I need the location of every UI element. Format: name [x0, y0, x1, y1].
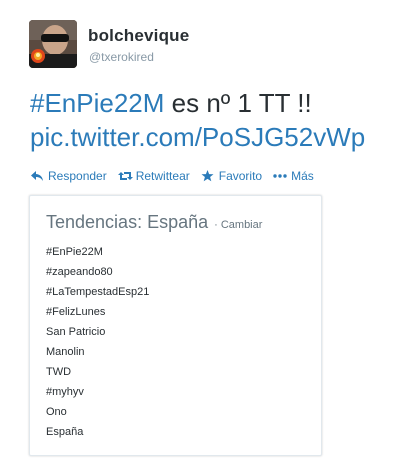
trends-header: Tendencias: España · Cambiar [46, 212, 262, 233]
more-label: Más [291, 169, 314, 183]
retweet-icon [117, 170, 133, 182]
tweet-text-body: es nº 1 TT !! [164, 88, 312, 118]
trend-item: #zapeando80 [46, 266, 113, 278]
trend-item: #LaTempestadEsp21 [46, 286, 150, 298]
trend-item: Manolin [46, 346, 85, 358]
trend-item: TWD [46, 366, 72, 378]
reply-icon [30, 170, 44, 182]
tweet-text: #EnPie22M es nº 1 TT !! pic.twitter.com/P… [30, 86, 400, 154]
trends-title: Tendencias: España [46, 212, 209, 232]
trend-item: España [46, 426, 84, 438]
user-screenname[interactable]: @txerokired [89, 50, 154, 64]
trends-change-link: · Cambiar [214, 219, 263, 231]
tweet-actions: Responder Retwittear Favorito Más [30, 168, 325, 184]
trends-list: #EnPie22M #zapeando80 #LaTempestadEsp21 … [46, 242, 149, 442]
media-preview[interactable]: Tendencias: España · Cambiar #EnPie22M #z… [29, 195, 322, 456]
media-link[interactable]: pic.twitter.com/PoSJG52vWp [30, 122, 365, 152]
star-icon [201, 170, 215, 182]
favorite-button[interactable]: Favorito [201, 169, 262, 183]
reply-label: Responder [48, 169, 107, 183]
trend-item: Ono [46, 406, 67, 418]
retweet-label: Retwittear [135, 169, 190, 183]
trend-item: #EnPie22M [46, 246, 103, 258]
hashtag-link[interactable]: #EnPie22M [30, 88, 164, 118]
more-button[interactable]: Más [273, 169, 314, 183]
avatar[interactable] [29, 20, 77, 68]
favorite-label: Favorito [218, 169, 263, 183]
trend-item: #myhyv [46, 386, 84, 398]
reply-button[interactable]: Responder [30, 169, 107, 183]
avatar-image [29, 20, 77, 68]
trend-item: San Patricio [46, 326, 106, 338]
user-fullname[interactable]: bolchevique [88, 26, 189, 46]
retweet-button[interactable]: Retwittear [117, 169, 190, 183]
trend-item: #FelizLunes [46, 306, 106, 318]
ellipsis-icon [273, 170, 287, 182]
tweet: bolchevique @txerokired #EnPie22M es nº … [0, 0, 407, 463]
